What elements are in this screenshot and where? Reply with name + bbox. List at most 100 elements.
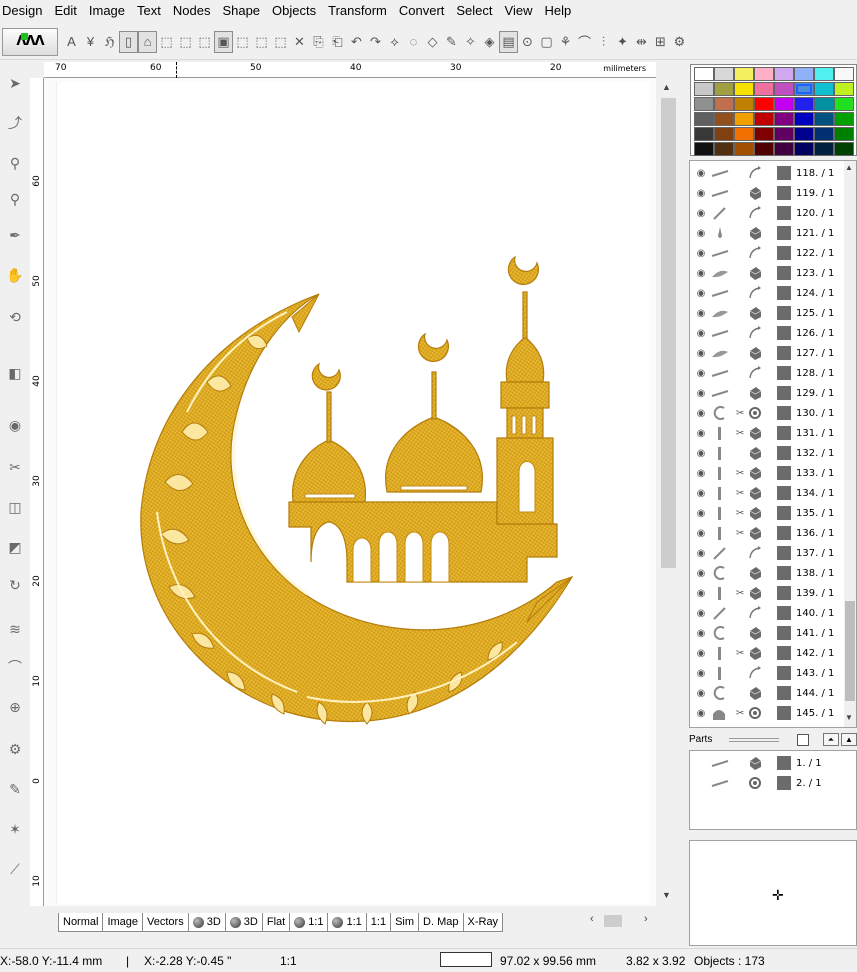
object-row[interactable]: ◉ 127. / 1 xyxy=(690,343,844,363)
zigzag-tool-icon[interactable]: ≋ xyxy=(4,618,26,640)
thread-color-chip[interactable] xyxy=(777,756,791,770)
menu-image[interactable]: Image xyxy=(83,0,131,22)
scroll-right-icon[interactable]: › xyxy=(644,913,648,925)
color-swatch[interactable] xyxy=(794,142,814,156)
parts-checkbox[interactable] xyxy=(797,734,809,746)
thread-color-chip[interactable] xyxy=(777,186,791,200)
visibility-eye-icon[interactable]: ◉ xyxy=(695,308,707,319)
thread-color-chip[interactable] xyxy=(777,586,791,600)
menu-shape[interactable]: Shape xyxy=(216,0,266,22)
thread-color-chip[interactable] xyxy=(777,226,791,240)
color-swatch[interactable] xyxy=(834,127,854,141)
menu-objects[interactable]: Objects xyxy=(266,0,322,22)
thread-color-chip[interactable] xyxy=(777,706,791,720)
color-swatch[interactable] xyxy=(794,97,814,111)
canvas-horizontal-scrollbar[interactable]: ‹ › xyxy=(588,912,656,930)
color-swatch[interactable] xyxy=(694,127,714,141)
thread-color-chip[interactable] xyxy=(777,166,791,180)
color-swatch[interactable] xyxy=(734,82,754,96)
move-top-icon[interactable]: ⏶ xyxy=(823,733,839,746)
move-up-icon[interactable]: ▲ xyxy=(841,733,857,746)
thread-color-chip[interactable] xyxy=(777,286,791,300)
tab-vectors[interactable]: Vectors xyxy=(142,913,189,932)
thread-color-chip[interactable] xyxy=(777,486,791,500)
paste-icon[interactable]: ⎗ xyxy=(328,31,347,53)
part-row[interactable]: 1. / 1 xyxy=(690,753,844,773)
thread-color-chip[interactable] xyxy=(777,346,791,360)
magic-icon[interactable]: ✧ xyxy=(461,31,480,53)
visibility-eye-icon[interactable]: ◉ xyxy=(695,588,707,599)
visibility-eye-icon[interactable]: ◉ xyxy=(695,388,707,399)
color-swatch[interactable] xyxy=(814,112,834,126)
visibility-eye-icon[interactable]: ◉ xyxy=(695,348,707,359)
color-swatch[interactable] xyxy=(754,97,774,111)
copy-icon[interactable]: ⎘ xyxy=(309,31,328,53)
color-swatch[interactable] xyxy=(754,82,774,96)
menu-nodes[interactable]: Nodes xyxy=(167,0,217,22)
bevel-tool-icon[interactable]: ◩ xyxy=(4,536,26,558)
view-toggle-icon[interactable]: ▤ xyxy=(499,30,518,53)
thread-color-chip[interactable] xyxy=(777,646,791,660)
thread-color-chip[interactable] xyxy=(777,506,791,520)
tab-x-ray[interactable]: X-Ray xyxy=(462,913,504,932)
color-swatch[interactable] xyxy=(694,142,714,156)
globe-tool-icon[interactable]: ⊕ xyxy=(4,696,26,718)
color-swatch[interactable] xyxy=(774,142,794,156)
color-swatch[interactable] xyxy=(734,112,754,126)
object-row[interactable]: ◉ 138. / 1 xyxy=(690,563,844,583)
circle-tool-icon[interactable]: ◉ xyxy=(4,414,26,436)
thread-color-chip[interactable] xyxy=(777,266,791,280)
scroll-thumb[interactable] xyxy=(661,98,676,568)
select-frame-icon[interactable]: ⬚ xyxy=(233,31,252,53)
curve-tool-icon[interactable]: ↻ xyxy=(4,574,26,596)
thread-color-chip[interactable] xyxy=(777,246,791,260)
tab-image[interactable]: Image xyxy=(102,913,144,932)
scroll-thumb[interactable] xyxy=(845,601,855,701)
color-swatch[interactable] xyxy=(714,142,734,156)
color-swatch[interactable] xyxy=(814,127,834,141)
thread-color-chip[interactable] xyxy=(777,366,791,380)
gear-tool-icon[interactable]: ⚙ xyxy=(4,738,26,760)
open-folder-icon[interactable]: ⬚ xyxy=(157,31,176,53)
thread-color-chip[interactable] xyxy=(777,566,791,580)
menu-view[interactable]: View xyxy=(499,0,539,22)
knife-tool-icon[interactable]: ✂ xyxy=(4,456,26,478)
object-row[interactable]: ◉ 132. / 1 xyxy=(690,443,844,463)
object-row[interactable]: ◉ 119. / 1 xyxy=(690,183,844,203)
tab-3d[interactable]: 3D xyxy=(187,913,226,932)
object-row[interactable]: ◉ 141. / 1 xyxy=(690,623,844,643)
marquee-icon[interactable]: ⬚ xyxy=(252,31,271,53)
import-icon[interactable]: ⬚ xyxy=(176,31,195,53)
color-swatch[interactable] xyxy=(834,112,854,126)
object-row[interactable]: ◉ 118. / 1 xyxy=(690,163,844,183)
redo-icon[interactable]: ↷ xyxy=(366,31,385,53)
color-swatch[interactable] xyxy=(734,97,754,111)
thread-color-chip[interactable] xyxy=(777,426,791,440)
color-swatch[interactable] xyxy=(774,97,794,111)
scroll-down-icon[interactable]: ▼ xyxy=(845,713,853,722)
menu-convert[interactable]: Convert xyxy=(393,0,451,22)
tab-normal[interactable]: Normal xyxy=(58,913,104,932)
color-swatch[interactable] xyxy=(694,67,714,81)
design-preview[interactable]: ✛ xyxy=(689,840,857,946)
thread-color-chip[interactable] xyxy=(777,326,791,340)
object-row[interactable]: ◉ 123. / 1 xyxy=(690,263,844,283)
visibility-eye-icon[interactable]: ◉ xyxy=(695,208,707,219)
object-row[interactable]: ◉ ✂ 139. / 1 xyxy=(690,583,844,603)
shape-icon[interactable]: ◇ xyxy=(423,31,442,53)
visibility-eye-icon[interactable]: ◉ xyxy=(695,508,707,519)
tab-sim[interactable]: Sim xyxy=(390,913,420,932)
part-row[interactable]: 2. / 1 xyxy=(690,773,844,793)
new-file-icon[interactable]: ▯ xyxy=(119,30,138,53)
scroll-down-icon[interactable]: ▼ xyxy=(662,890,671,900)
color-swatch[interactable] xyxy=(754,142,774,156)
pen-tool-icon[interactable]: ✒ xyxy=(4,224,26,246)
visibility-eye-icon[interactable]: ◉ xyxy=(695,188,707,199)
select-arrow-icon[interactable]: ➤ xyxy=(4,72,26,94)
color-swatch[interactable] xyxy=(814,82,834,96)
visibility-eye-icon[interactable]: ◉ xyxy=(695,668,707,679)
color-swatch[interactable] xyxy=(714,67,734,81)
color-swatch[interactable] xyxy=(834,142,854,156)
tab-3d-alt[interactable]: 3D xyxy=(224,913,263,932)
thread-color-chip[interactable] xyxy=(777,466,791,480)
